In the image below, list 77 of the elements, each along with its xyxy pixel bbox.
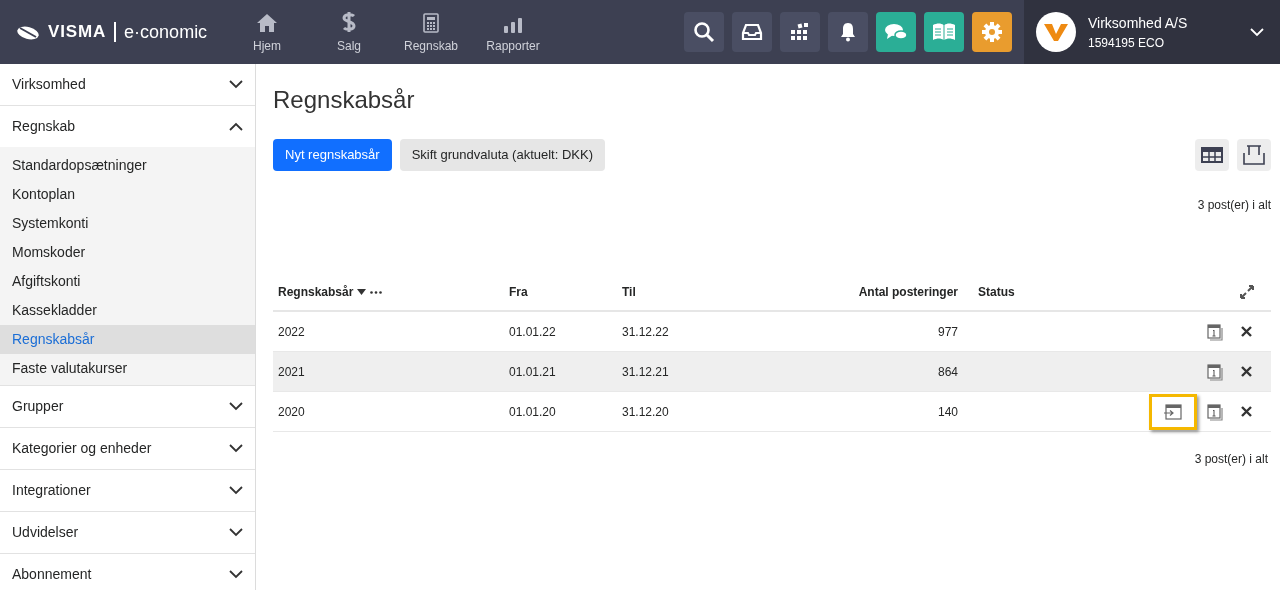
action-button[interactable]: Nyt regnskabsår	[273, 139, 392, 171]
calendar-icon[interactable]	[1207, 322, 1223, 341]
print-button[interactable]	[1237, 139, 1271, 171]
table-cell-text: 140	[936, 403, 958, 421]
more-icon[interactable]	[370, 290, 383, 294]
delete-icon[interactable]	[1241, 366, 1252, 377]
inbox-icon	[741, 23, 763, 41]
calendar-icon[interactable]	[1207, 362, 1223, 381]
product-name: e·conomic	[124, 20, 208, 44]
chevron-down-icon	[229, 528, 243, 537]
table-cell-text: 01.01.22	[509, 323, 557, 341]
table-cell-text: 2022	[278, 323, 306, 341]
sidebar-item[interactable]: Faste valutakurser	[0, 354, 255, 383]
column-header: Til	[622, 284, 637, 301]
calculator-icon	[423, 13, 439, 33]
chevron-down-icon	[229, 80, 243, 89]
column-header: Regnskabsår	[278, 284, 354, 301]
sidebar-item[interactable]: Afgiftskonti	[0, 267, 255, 296]
search-icon	[693, 21, 715, 43]
table-cell-text: 31.12.20	[622, 403, 670, 421]
table-icon	[1201, 147, 1223, 163]
table-view-button[interactable]	[1195, 139, 1229, 171]
transfer-button[interactable]	[1149, 393, 1197, 430]
nav-tab[interactable]: Hjem	[226, 0, 308, 64]
sidebar-item[interactable]: Systemkonti	[0, 209, 255, 238]
chevron-down-icon	[229, 486, 243, 495]
column-header: Fra	[509, 284, 529, 301]
chevron-down-icon	[229, 402, 243, 411]
bell-icon	[839, 22, 857, 42]
table-cell-text: 31.12.22	[622, 323, 670, 341]
table-cell-text: 01.01.20	[509, 403, 557, 421]
record-count: 3 post(er) i alt	[1194, 451, 1268, 468]
book-icon	[932, 23, 956, 41]
bar-chart-icon	[503, 17, 523, 33]
delete-icon[interactable]	[1241, 406, 1252, 417]
chevron-down-icon	[1250, 27, 1264, 37]
table-cell-text: 01.01.21	[509, 363, 557, 381]
column-header: Status	[977, 284, 1016, 301]
company-name: Virksomhed A/S	[1088, 13, 1188, 33]
toolbar-button[interactable]	[780, 12, 820, 52]
chevron-up-icon	[229, 122, 243, 131]
sort-down-icon[interactable]	[357, 289, 367, 295]
page-title: Regnskabsår	[273, 85, 416, 115]
toolbar-button[interactable]	[732, 12, 772, 52]
printer-icon	[1243, 145, 1265, 165]
record-count: 3 post(er) i alt	[1197, 197, 1271, 214]
chat-icon	[884, 22, 908, 42]
chevron-down-icon	[229, 570, 243, 579]
nav-tab[interactable]: Regnskab	[390, 0, 472, 64]
toolbar-button[interactable]	[828, 12, 868, 52]
sidebar-item[interactable]: Kassekladder	[0, 296, 255, 325]
logo-icon	[16, 24, 40, 40]
action-button[interactable]: Skift grundvaluta (aktuelt: DKK)	[399, 139, 605, 171]
table-cell-text: 864	[936, 363, 958, 381]
brand-name: VISMA	[48, 21, 107, 44]
chevron-down-icon	[229, 444, 243, 453]
nav-tab[interactable]: Rapporter	[472, 0, 554, 64]
expand-icon[interactable]	[1240, 285, 1254, 299]
table-cell-text: 31.12.21	[622, 363, 670, 381]
company-id: 1594195 ECO	[1088, 34, 1166, 52]
toolbar-button[interactable]	[684, 12, 724, 52]
column-header: Antal posteringer	[857, 284, 958, 301]
company-logo-icon	[1036, 12, 1076, 52]
table-cell-text: 2021	[278, 363, 306, 381]
sidebar-item[interactable]: Momskoder	[0, 238, 255, 267]
company-switcher[interactable]: Virksomhed A/S 1594195 ECO	[1024, 0, 1280, 64]
delete-icon[interactable]	[1241, 326, 1252, 337]
dollar-icon	[341, 11, 357, 33]
sidebar-item[interactable]: Kontoplan	[0, 180, 255, 209]
home-icon	[256, 13, 278, 33]
sidebar-item[interactable]: Standardopsætninger	[0, 151, 255, 180]
grid-icon	[790, 22, 810, 42]
calendar-icon[interactable]	[1207, 402, 1223, 421]
table-cell-text: 2020	[278, 403, 306, 421]
nav-tab[interactable]: Salg	[308, 0, 390, 64]
table-cell-text: 977	[936, 323, 958, 341]
sidebar-item[interactable]: Regnskabsår	[0, 325, 255, 354]
